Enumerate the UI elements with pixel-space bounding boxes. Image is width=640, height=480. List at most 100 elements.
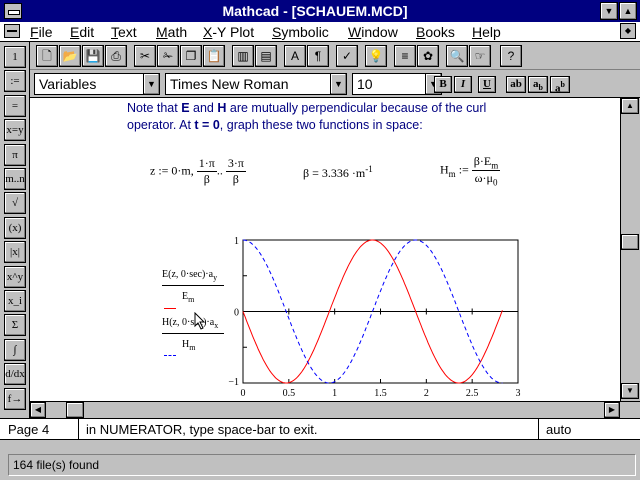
restore-button[interactable]: ◆	[620, 23, 636, 39]
trace2-numerator[interactable]: H(z, 0·sec)·ax	[162, 317, 218, 330]
vertical-scrollbar[interactable]: ▲ ▼	[620, 98, 640, 401]
scroll-up-icon[interactable]: ▲	[621, 98, 639, 114]
palette-range-button[interactable]: m..n	[4, 168, 26, 190]
style-dropdown-icon[interactable]: ▼	[143, 74, 159, 94]
maximize-button[interactable]: ▲	[619, 2, 637, 20]
trace2-denominator[interactable]: Hm	[182, 339, 195, 352]
menu-symbolic[interactable]: Symbolic	[272, 24, 329, 40]
menu-books[interactable]: Books	[416, 24, 455, 40]
palette-paren-button[interactable]: (x)	[4, 216, 26, 239]
calculate-icon[interactable]: ≡	[394, 45, 416, 67]
trace2-den-sub: m	[189, 343, 196, 352]
menu-edit[interactable]: Edit	[70, 24, 94, 40]
x-tick-label-3: 1.5	[374, 388, 387, 399]
palette-sqrt-button[interactable]: √	[4, 192, 26, 215]
palette-pi-button[interactable]: π	[4, 143, 26, 166]
x-tick-label-5: 2.5	[466, 388, 479, 399]
menu-rest: -Y Plot	[212, 24, 255, 40]
size-value: 10	[357, 76, 373, 92]
palette-derivative-button[interactable]: d/dx	[4, 363, 26, 386]
status-separator-1	[78, 419, 79, 439]
lightbulb-icon[interactable]: 💡	[365, 45, 387, 67]
new-document-icon[interactable]: 🗋	[36, 45, 58, 67]
system-menu-button[interactable]	[4, 3, 22, 19]
scroll-right-icon[interactable]: ▶	[604, 402, 620, 418]
document-control-menu[interactable]	[4, 24, 20, 38]
scroll-left-icon[interactable]: ◀	[30, 402, 46, 418]
palette-expand-button[interactable]: f→	[4, 387, 26, 410]
font-select[interactable]: Times New Roman ▼	[165, 73, 347, 95]
sub-b: b	[538, 83, 543, 93]
window-title: Mathcad - [SCHAUEM.MCD]	[222, 3, 408, 19]
palette-xy-equal-button[interactable]: x=y	[4, 119, 26, 142]
resource-icon[interactable]: ☞	[469, 45, 491, 67]
menu-file[interactable]: File	[30, 24, 53, 40]
menu-rest: ooks	[425, 24, 455, 40]
menu-accel: S	[272, 24, 282, 40]
paragraph-icon[interactable]: ¶	[307, 45, 329, 67]
zoom-icon[interactable]: 🔍	[446, 45, 468, 67]
palette-integral-button[interactable]: ∫	[4, 338, 26, 361]
trace1-num-sub: y	[213, 273, 218, 282]
palette-sum-button[interactable]: Σ	[4, 314, 26, 337]
scroll-thumb-v[interactable]	[621, 234, 639, 250]
cut-region-icon[interactable]: ✂	[134, 45, 156, 67]
x-tick-label-2: 1	[332, 388, 337, 399]
trace1-numerator[interactable]: E(z, 0·sec)·ay	[162, 269, 217, 282]
minimize-button[interactable]: ▼	[600, 2, 618, 20]
subscript-ab-button[interactable]: ab	[528, 76, 548, 93]
palette-assign-list-button[interactable]: :=	[4, 70, 26, 93]
menu-accel: B	[416, 24, 426, 40]
style-select[interactable]: Variables ▼	[34, 73, 160, 95]
files-found: 164 file(s) found	[8, 454, 636, 476]
menu-help[interactable]: Help	[472, 24, 501, 40]
palette-subscript-button[interactable]: x_i	[4, 290, 26, 312]
trace1-den-sub: m	[188, 295, 195, 304]
paste-icon[interactable]: 📋	[203, 45, 225, 67]
palette-abs-button[interactable]: |x|	[4, 241, 26, 264]
align-left-icon[interactable]: ▤	[255, 45, 277, 67]
menu-rest: elp	[482, 24, 501, 40]
menu-rest: ymbolic	[281, 24, 329, 40]
menu-rest: ile	[38, 24, 53, 40]
scroll-down-icon[interactable]: ▼	[621, 383, 639, 399]
trace1-fraction-bar	[162, 285, 224, 286]
italic-button[interactable]: I	[454, 76, 472, 93]
menu-x-y-plot[interactable]: X-Y Plot	[203, 24, 254, 40]
menu-window[interactable]: Window	[348, 24, 398, 40]
menu-math[interactable]: Math	[156, 24, 187, 40]
x-tick-label-4: 2	[424, 388, 429, 399]
menu-text[interactable]: Text	[111, 24, 137, 40]
menu-rest: dit	[79, 24, 95, 40]
mouse-pointer-icon	[194, 312, 206, 330]
size-select[interactable]: 10 ▼	[352, 73, 442, 95]
trace1-denominator[interactable]: Em	[182, 291, 194, 304]
save-disk-icon[interactable]: 💾	[82, 45, 104, 67]
horizontal-scrollbar[interactable]: ◀ ▶	[30, 401, 640, 418]
open-folder-icon[interactable]: 📂	[59, 45, 81, 67]
y-min-label: −1	[228, 377, 239, 388]
worksheet[interactable]: Note that E and H are mutually perpendic…	[30, 98, 620, 401]
x-tick-label-1: 0.5	[283, 388, 296, 399]
text-region-icon[interactable]: A	[284, 45, 306, 67]
leaf-icon[interactable]: ✿	[417, 45, 439, 67]
help-icon[interactable]: ?	[500, 45, 522, 67]
y-zero-label: 0	[234, 308, 239, 319]
copy-icon[interactable]: ❐	[180, 45, 202, 67]
scissors-icon[interactable]: ✁	[157, 45, 179, 67]
xy-plot[interactable]: 10−10 0.5 1 1.5 2 2.5 3	[30, 98, 620, 401]
print-icon[interactable]: ⎙	[105, 45, 127, 67]
align-top-icon[interactable]: ▥	[232, 45, 254, 67]
y-max-label: 1	[234, 236, 239, 247]
bold-button[interactable]: B	[434, 76, 452, 93]
menu-rest: ext	[118, 24, 137, 40]
superscript-ab-button[interactable]: ab	[550, 76, 570, 95]
scroll-thumb-h[interactable]	[66, 402, 84, 418]
underline-button[interactable]: U	[478, 76, 496, 93]
normal-ab-button[interactable]: ab	[506, 76, 526, 93]
spellcheck-icon[interactable]: ✓	[336, 45, 358, 67]
palette-one-button[interactable]: 1	[4, 46, 26, 68]
palette-equal-button[interactable]: =	[4, 94, 26, 117]
font-dropdown-icon[interactable]: ▼	[330, 74, 346, 94]
palette-power-button[interactable]: x^y	[4, 265, 26, 288]
